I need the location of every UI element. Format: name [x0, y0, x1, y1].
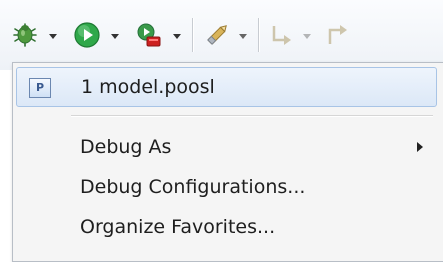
poosl-file-icon: P [29, 78, 51, 98]
pen-icon[interactable] [202, 20, 232, 50]
menu-item-label: Debug As [80, 136, 172, 158]
menu-item-label: Debug Configurations... [80, 176, 306, 198]
debug-dropdown-menu: P 1 model.poosl Debug As Debug Configura… [12, 62, 443, 262]
launch-toolbar [0, 0, 443, 70]
menu-item-label: 1 model.poosl [81, 76, 215, 98]
menu-item-recent-launch[interactable]: P 1 model.poosl [16, 67, 437, 107]
toolbar-separator [258, 18, 260, 52]
submenu-arrow-icon [417, 142, 423, 152]
menu-item-organize-favorites[interactable]: Organize Favorites... [16, 207, 437, 247]
next-annotation-dropdown-arrow[interactable] [300, 30, 314, 42]
menu-item-debug-as[interactable]: Debug As [16, 127, 437, 167]
toolbar-separator [192, 18, 194, 52]
debug-dropdown-arrow[interactable] [46, 30, 60, 42]
run-icon[interactable] [72, 20, 102, 50]
menu-item-label: Organize Favorites... [80, 216, 276, 238]
previous-annotation-icon[interactable] [322, 20, 352, 50]
debug-bug-icon[interactable] [10, 20, 40, 50]
next-annotation-icon[interactable] [266, 20, 296, 50]
external-tools-dropdown-arrow[interactable] [170, 30, 184, 42]
pen-dropdown-arrow[interactable] [236, 30, 250, 42]
menu-item-debug-configurations[interactable]: Debug Configurations... [16, 167, 437, 207]
run-dropdown-arrow[interactable] [108, 30, 122, 42]
menu-separator [71, 115, 433, 117]
external-tools-icon[interactable] [134, 20, 164, 50]
